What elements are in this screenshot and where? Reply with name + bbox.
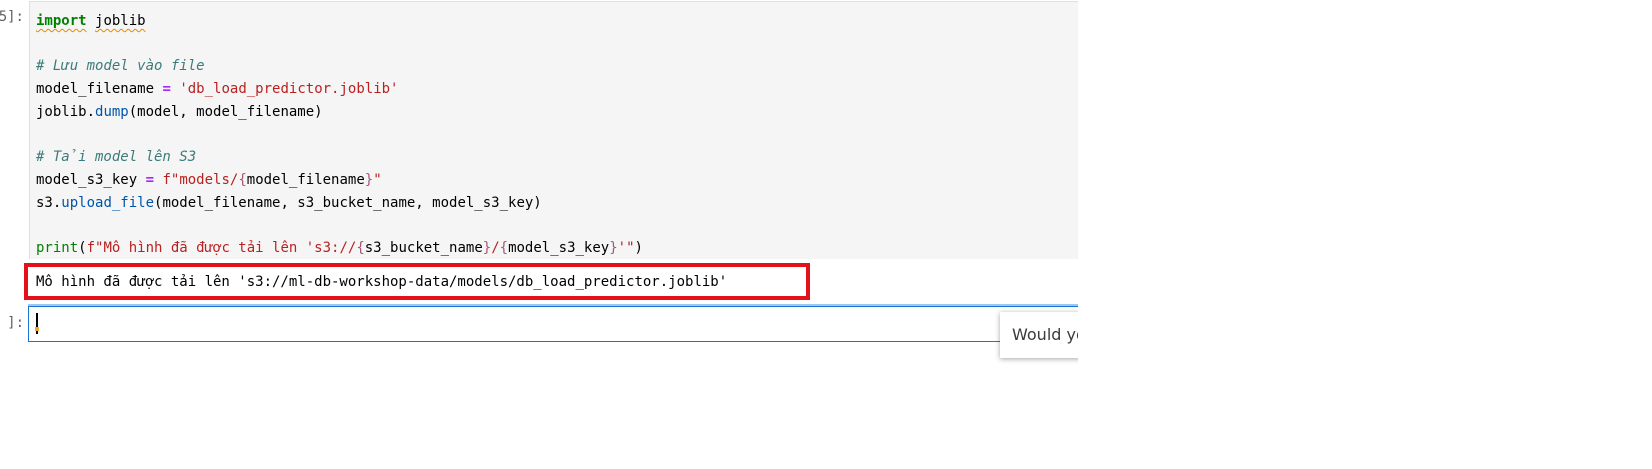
paren-open: ( (78, 239, 87, 256)
module-name: joblib (95, 13, 146, 29)
code-line-2 (36, 33, 643, 56)
object-joblib: joblib (36, 103, 87, 120)
fstring-end: " (373, 171, 382, 188)
call-args: (model, model_filename) (128, 103, 323, 120)
notification-toast[interactable]: Would yo (1000, 312, 1078, 358)
fstring-prefix: f"models/ (162, 171, 239, 188)
fstring-end: '" (617, 239, 635, 256)
cursor-marker (35, 327, 39, 331)
function-upload-file: upload_file (61, 194, 155, 211)
function-dump: dump (95, 103, 129, 120)
variable-model-filename: model_filename (36, 81, 155, 98)
fstring-brace-open: { (356, 239, 365, 256)
fstring-slash: / (491, 239, 500, 256)
comment-upload-model: # Tải model lên S3 (36, 149, 197, 166)
notebook-viewport: 5]: import joblib # Lưu model vào file m… (0, 0, 1078, 469)
cell-execution-prompt: 5]: (0, 9, 24, 25)
string-literal: 'db_load_predictor.joblib' (179, 81, 399, 98)
paren-close: ) (634, 239, 643, 256)
code-line-4: model_filename = 'db_load_predictor.jobl… (36, 78, 643, 101)
fstring-prefix: f"Mô hình đã được tải lên 's3:// (86, 239, 357, 256)
code-line-9: s3.upload_file(model_filename, s3_bucket… (36, 192, 643, 215)
code-cell-editor[interactable]: import joblib # Lưu model vào file model… (29, 1, 1078, 259)
fstring-brace-close: } (482, 239, 492, 256)
next-cell-prompt: ]: (7, 315, 24, 331)
fstring-interpolation: s3_bucket_name (364, 239, 483, 256)
assign-operator: = (145, 171, 155, 188)
fstring-brace-open: { (238, 171, 247, 188)
code-lines: import joblib # Lưu model vào file model… (36, 10, 643, 260)
code-line-10 (36, 214, 643, 237)
call-args: (model_filename, s3_bucket_name, model_s… (154, 194, 542, 211)
code-line-1: import joblib (36, 10, 643, 33)
fstring-interpolation: model_filename (246, 171, 365, 188)
keyword-import: import (36, 13, 87, 29)
assign-operator: = (162, 81, 171, 98)
builtin-print: print (36, 239, 79, 256)
code-line-8: model_s3_key = f"models/{model_filename}… (36, 169, 643, 192)
fstring-interpolation: model_s3_key (508, 239, 610, 256)
code-line-3: # Lưu model vào file (36, 55, 643, 78)
comment-save-model: # Lưu model vào file (36, 58, 205, 75)
dot: . (86, 103, 96, 120)
fstring-brace-close: } (609, 239, 618, 256)
variable-model-s3-key: model_s3_key (36, 171, 138, 188)
toast-message: Would yo (1012, 325, 1078, 344)
code-line-5: joblib.dump(model, model_filename) (36, 101, 643, 124)
empty-code-cell-input[interactable] (28, 306, 1078, 342)
object-s3: s3 (36, 194, 53, 211)
code-line-6 (36, 123, 643, 146)
code-line-7: # Tải model lên S3 (36, 146, 643, 169)
fstring-brace-open: { (499, 239, 509, 256)
code-line-11: print(f"Mô hình đã được tải lên 's3://{s… (36, 237, 643, 260)
fstring-brace-close: } (364, 171, 374, 188)
cell-output-text: Mô hình đã được tải lên 's3://ml-db-work… (36, 274, 728, 290)
